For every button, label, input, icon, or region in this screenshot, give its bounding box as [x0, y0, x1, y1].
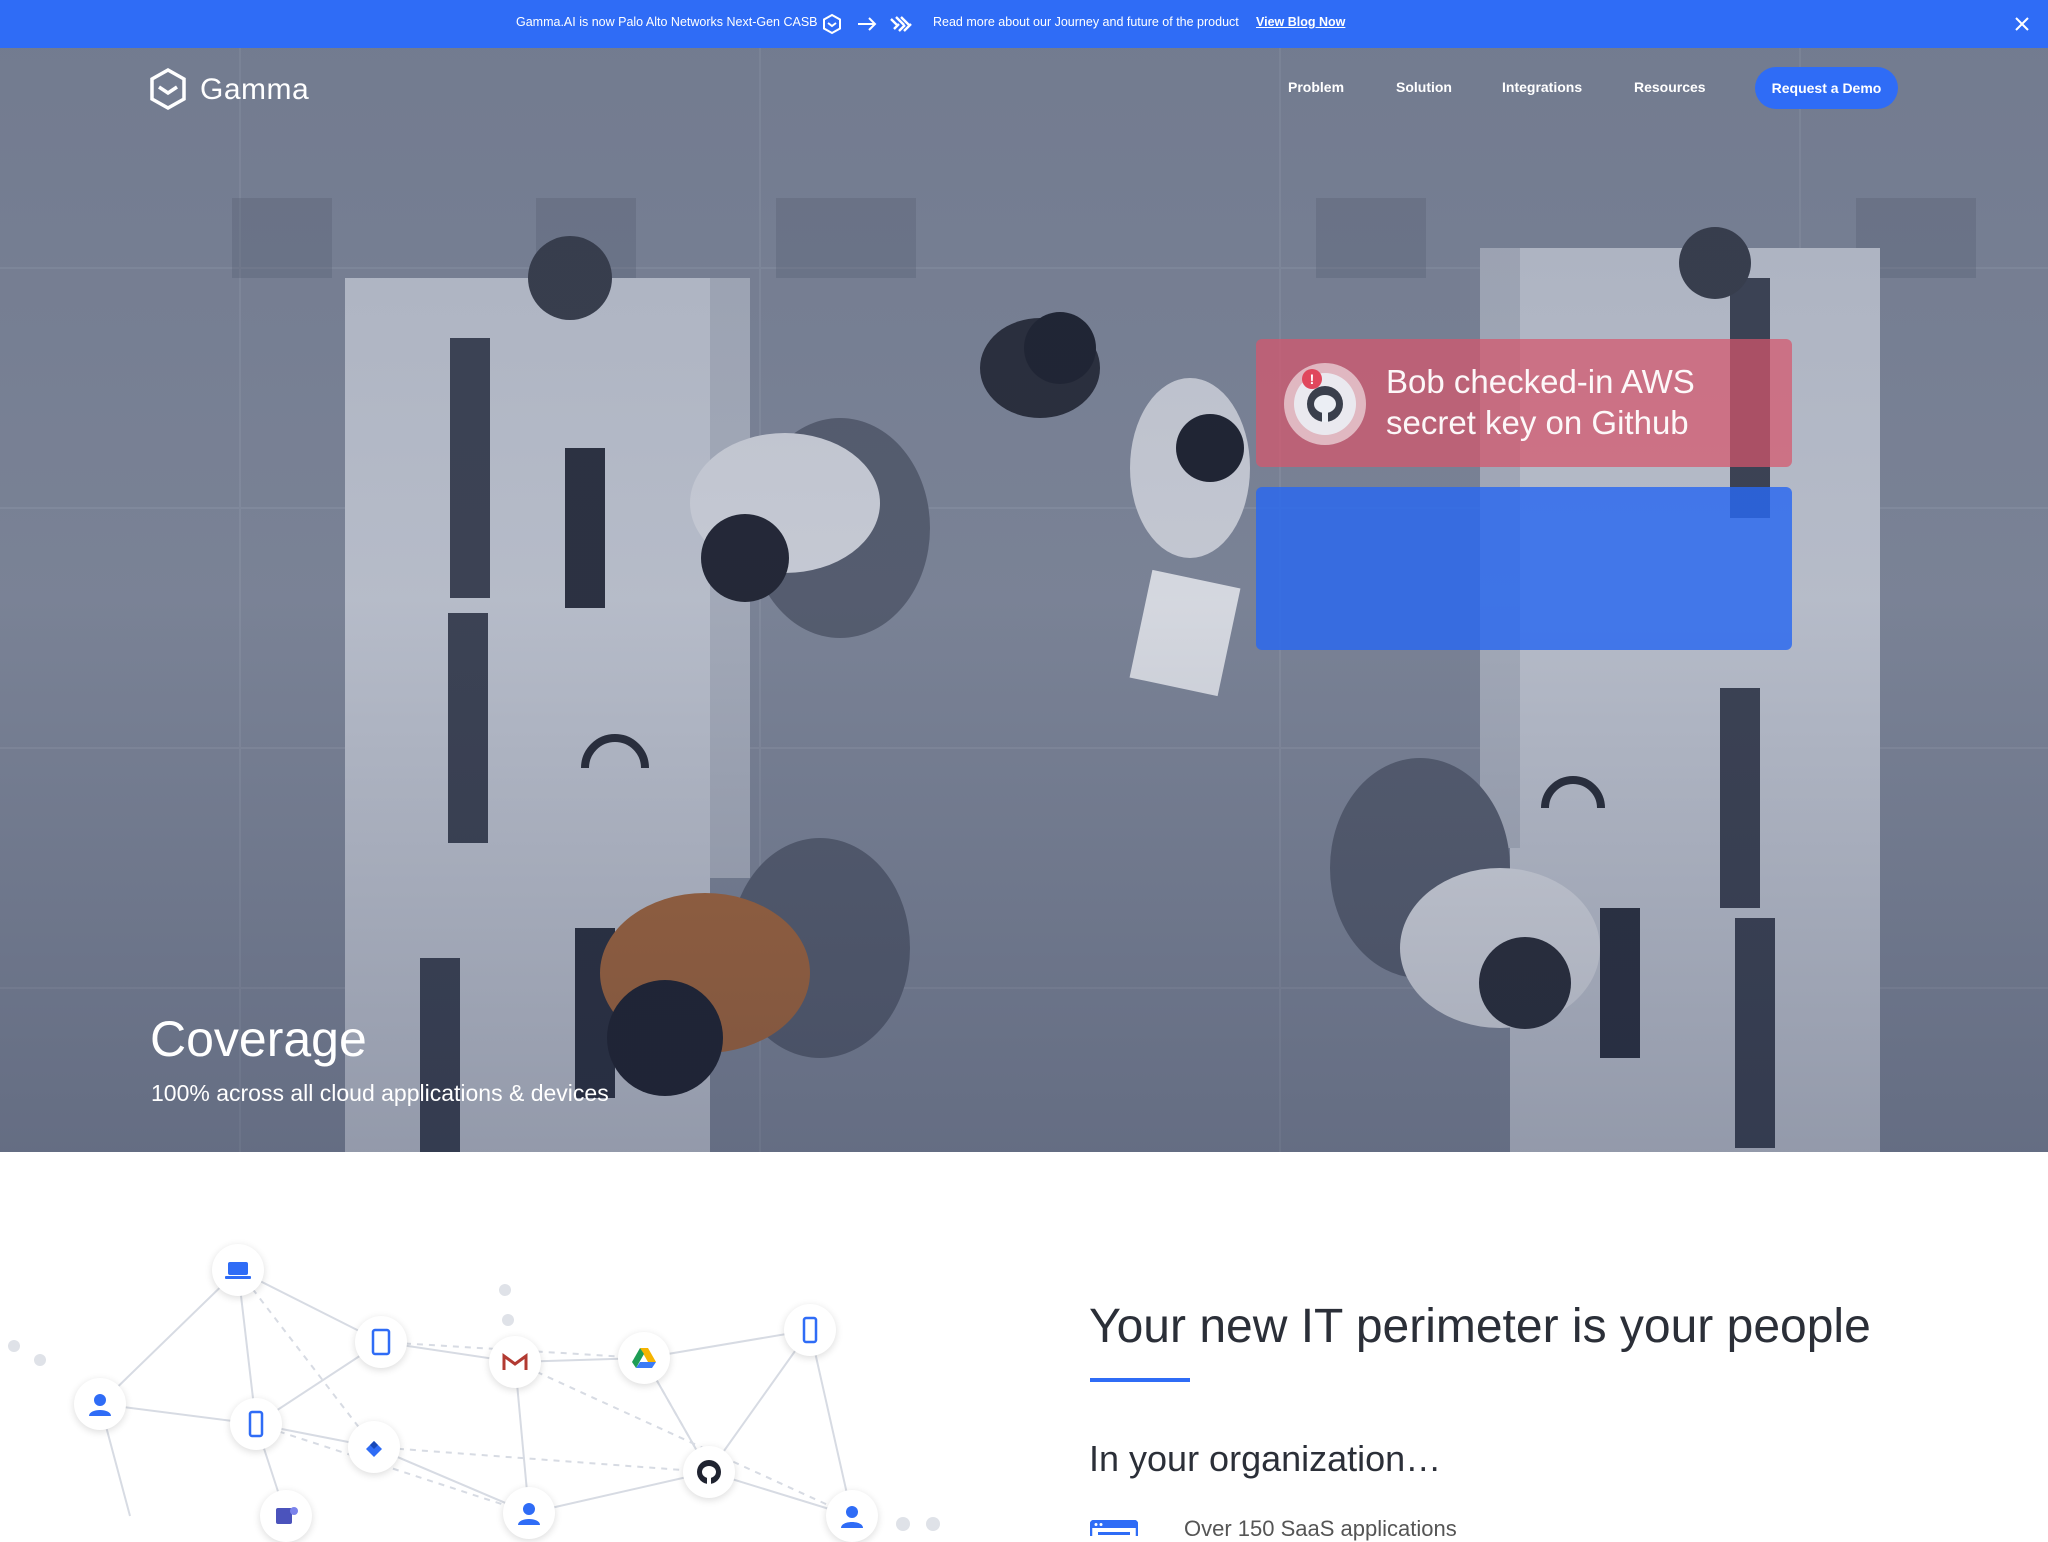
network-node-phone	[784, 1304, 836, 1356]
saas-window-icon	[1090, 1520, 1138, 1536]
gmail-icon	[502, 1353, 528, 1370]
hero-title: Coverage	[150, 1011, 367, 1067]
nav-integrations[interactable]: Integrations	[1502, 79, 1582, 95]
user-icon	[89, 1394, 111, 1416]
network-node-user-3	[826, 1490, 878, 1542]
github-alert-icon: !	[1284, 363, 1366, 445]
network-node-user-2	[503, 1487, 555, 1539]
alert-badge: !	[1302, 369, 1322, 389]
palo-alto-icon	[890, 16, 912, 32]
user-icon	[841, 1506, 863, 1528]
title-underline	[1090, 1378, 1190, 1382]
logo-text: Gamma	[200, 73, 310, 106]
phone-icon	[802, 1316, 818, 1344]
arrow-right-icon	[858, 17, 877, 31]
network-node-teams	[260, 1490, 312, 1542]
blue-card	[1256, 487, 1792, 650]
gamma-logo-icon	[150, 67, 186, 111]
read-more-text: Read more about our Journey and future o…	[933, 15, 1239, 29]
nav-resources[interactable]: Resources	[1634, 79, 1706, 95]
phone-icon	[248, 1410, 264, 1438]
nav-problem[interactable]: Problem	[1288, 79, 1344, 95]
network-node-drive	[618, 1332, 670, 1384]
github-icon	[697, 1460, 721, 1484]
alert-text: Bob checked-in AWS secret key on Github	[1386, 363, 1695, 441]
network-node-laptop	[212, 1244, 264, 1296]
hero-section: Gamma Problem Solution Integrations Reso…	[0, 48, 2048, 1152]
network-node-jira	[348, 1421, 400, 1473]
gamma-icon	[823, 13, 841, 35]
hero-subtitle: 100% across all cloud applications & dev…	[151, 1080, 609, 1106]
announcement-bar: Gamma.AI is now Palo Alto Networks Next-…	[0, 0, 2048, 48]
network-node-gmail	[489, 1336, 541, 1388]
tablet-icon	[371, 1328, 391, 1356]
user-icon	[518, 1503, 540, 1525]
announcement-message: Gamma.AI is now Palo Alto Networks Next-…	[516, 15, 818, 29]
network-node-tablet	[355, 1316, 407, 1368]
laptop-icon	[225, 1262, 251, 1279]
network-node-user	[74, 1378, 126, 1430]
saas-apps-text: Over 150 SaaS applications	[1184, 1516, 1457, 1541]
teams-icon	[276, 1507, 298, 1524]
request-demo-button[interactable]: Request a Demo	[1755, 67, 1898, 109]
google-drive-icon	[632, 1348, 656, 1368]
close-icon[interactable]	[2010, 12, 2034, 36]
section-subtitle: In your organization…	[1089, 1438, 1442, 1479]
view-blog-link[interactable]: View Blog Now	[1256, 15, 1345, 29]
alert-notification: ! Bob checked-in AWS secret key on Githu…	[1256, 339, 1792, 467]
network-illustration	[0, 1152, 1000, 1542]
section-title: Your new IT perimeter is your people	[1089, 1300, 1871, 1353]
jira-icon	[366, 1441, 382, 1457]
network-node-github	[683, 1446, 735, 1498]
network-node-phone-2	[230, 1398, 282, 1450]
nav-solution[interactable]: Solution	[1396, 79, 1452, 95]
